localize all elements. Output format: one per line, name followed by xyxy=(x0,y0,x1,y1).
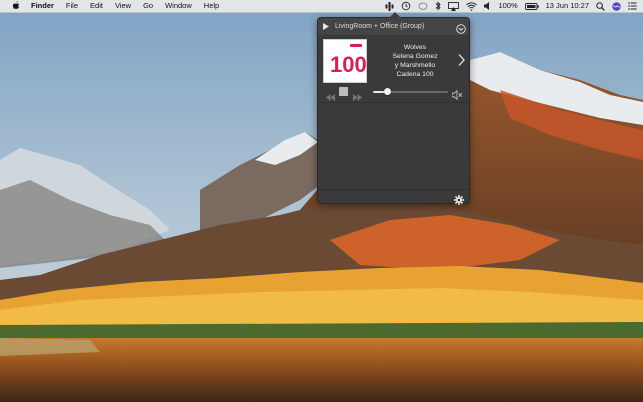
track-info: Wolves Selena Gomez y Marshmello Cadena … xyxy=(373,43,457,79)
previous-track-icon[interactable] xyxy=(326,88,335,101)
menu-window[interactable]: Window xyxy=(165,0,192,12)
volume-slider[interactable] xyxy=(373,88,448,95)
wifi-icon[interactable] xyxy=(466,0,478,12)
chat-bubble-icon[interactable] xyxy=(418,0,428,12)
track-title: Wolves xyxy=(403,44,427,51)
track-artist-line-1: Selena Gomez xyxy=(392,53,438,60)
clock[interactable]: 13 Jun 10:27 xyxy=(546,0,589,12)
cadena100-logo-icon: 100 xyxy=(324,40,367,82)
artwork-label: 100 xyxy=(330,52,366,77)
menu-bar: Finder File Edit View Go Window Help 100… xyxy=(0,0,643,13)
menu-file[interactable]: File xyxy=(66,0,78,12)
battery-percentage[interactable]: 100% xyxy=(498,0,517,12)
notification-center-icon[interactable] xyxy=(628,0,637,12)
popover-footer xyxy=(318,189,469,205)
group-play-icon[interactable] xyxy=(323,23,331,31)
collapse-chevron-icon[interactable] xyxy=(456,21,466,34)
apple-menu-icon[interactable] xyxy=(9,0,23,12)
time-machine-icon[interactable] xyxy=(401,0,411,12)
gear-icon[interactable] xyxy=(454,192,464,205)
next-track-icon[interactable] xyxy=(353,88,362,101)
speaker-mute-icon[interactable] xyxy=(451,87,463,101)
volume-knob[interactable] xyxy=(383,88,391,95)
album-artwork: 100 xyxy=(323,39,367,83)
app-menu-finder[interactable]: Finder xyxy=(31,0,54,12)
player-popover: LivingRoom + Office (Group) 100 Wolves S… xyxy=(317,12,470,205)
menu-view[interactable]: View xyxy=(115,0,131,12)
bluetooth-icon[interactable] xyxy=(435,0,442,12)
battery-icon[interactable] xyxy=(524,0,539,12)
track-artist-line-2: y Marshmello xyxy=(394,62,436,69)
spotlight-icon[interactable] xyxy=(596,0,605,12)
status-menu: 100% 13 Jun 10:27 xyxy=(385,0,637,12)
menu-help[interactable]: Help xyxy=(204,0,219,12)
menu-go[interactable]: Go xyxy=(143,0,153,12)
player-header: LivingRoom + Office (Group) xyxy=(318,18,469,35)
stop-button[interactable] xyxy=(339,87,348,96)
menu-edit[interactable]: Edit xyxy=(90,0,103,12)
divider xyxy=(318,102,469,103)
group-title[interactable]: LivingRoom + Office (Group) xyxy=(335,23,424,30)
sonos-icon[interactable] xyxy=(385,0,394,12)
playback-controls xyxy=(318,85,469,101)
next-chevron-icon[interactable] xyxy=(456,53,466,67)
station-name: Cadena 100 xyxy=(396,71,434,78)
siri-icon[interactable] xyxy=(612,0,621,12)
airplay-icon[interactable] xyxy=(448,0,460,12)
volume-icon[interactable] xyxy=(484,0,491,12)
desktop: Finder File Edit View Go Window Help 100… xyxy=(0,0,643,402)
